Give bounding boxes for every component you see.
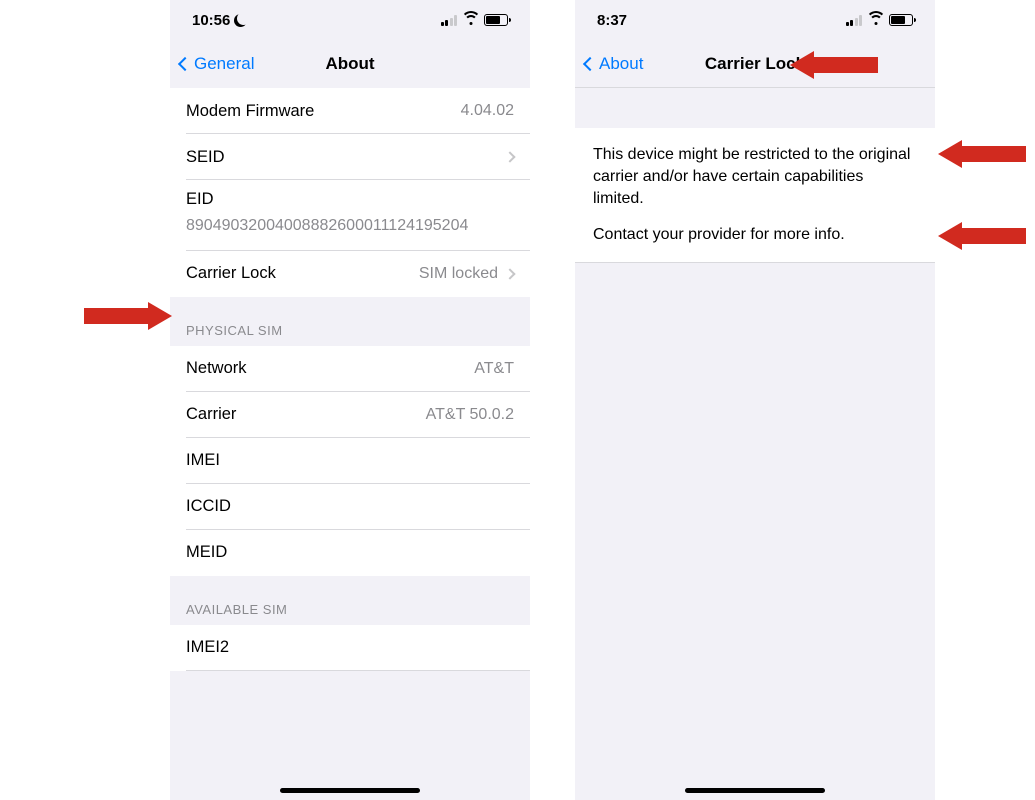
row-carrier-lock[interactable]: Carrier Lock SIM locked	[170, 251, 530, 297]
row-eid[interactable]: EID 89049032004008882600011124195204	[170, 180, 530, 251]
carrier-lock-info: This device might be restricted to the o…	[575, 128, 935, 263]
dnd-moon-icon	[234, 14, 247, 27]
battery-icon	[484, 14, 508, 26]
row-network[interactable]: Network AT&T	[170, 346, 530, 392]
row-label: EID	[186, 190, 214, 208]
row-value: SIM locked	[419, 265, 498, 283]
home-indicator[interactable]	[280, 788, 420, 793]
annotation-arrow-icon	[938, 140, 1026, 168]
row-carrier[interactable]: Carrier AT&T 50.0.2	[170, 392, 530, 438]
available-sim-list: IMEI2	[170, 625, 530, 671]
status-time: 8:37	[597, 12, 627, 29]
page-title: About	[325, 54, 374, 74]
carrier-lock-screen: 8:37 About Carrier Lock This device migh…	[575, 0, 935, 800]
row-label: Modem Firmware	[186, 102, 314, 121]
row-label: Carrier Lock	[186, 264, 276, 283]
row-meid[interactable]: MEID	[170, 530, 530, 576]
row-label: IMEI2	[186, 638, 229, 657]
row-seid[interactable]: SEID	[170, 134, 530, 180]
cellular-signal-icon	[441, 15, 458, 26]
row-label: MEID	[186, 543, 227, 562]
row-value: 4.04.02	[461, 102, 514, 120]
carrier-lock-paragraph-1: This device might be restricted to the o…	[593, 144, 917, 210]
status-time: 10:56	[192, 12, 230, 29]
about-screen: 10:56 General About Modem Firmware 4.04.…	[170, 0, 530, 800]
nav-bar: About Carrier Lock	[575, 40, 935, 88]
row-label: Network	[186, 359, 247, 378]
chevron-right-icon	[504, 268, 515, 279]
row-label: Carrier	[186, 405, 236, 424]
row-modem-firmware[interactable]: Modem Firmware 4.04.02	[170, 88, 530, 134]
section-header-physical-sim: Physical SIM	[170, 297, 530, 346]
carrier-lock-paragraph-2: Contact your provider for more info.	[593, 224, 917, 246]
row-imei[interactable]: IMEI	[170, 438, 530, 484]
back-button[interactable]: About	[585, 54, 643, 74]
row-label: ICCID	[186, 497, 231, 516]
status-bar: 10:56	[170, 0, 530, 40]
row-value: AT&T 50.0.2	[426, 406, 514, 424]
physical-sim-list: Network AT&T Carrier AT&T 50.0.2 IMEI IC…	[170, 346, 530, 576]
row-value: 89049032004008882600011124195204	[186, 215, 514, 237]
list-gap	[170, 671, 530, 681]
row-imei2[interactable]: IMEI2	[170, 625, 530, 671]
row-label: SEID	[186, 148, 225, 167]
back-label: General	[194, 54, 254, 74]
annotation-arrow-icon	[938, 222, 1026, 250]
chevron-left-icon	[178, 57, 192, 71]
chevron-left-icon	[583, 56, 597, 70]
row-iccid[interactable]: ICCID	[170, 484, 530, 530]
row-value: AT&T	[474, 360, 514, 378]
about-list: Modem Firmware 4.04.02 SEID EID 89049032…	[170, 88, 530, 297]
cellular-signal-icon	[846, 15, 863, 26]
status-bar: 8:37	[575, 0, 935, 40]
annotation-arrow-icon	[84, 302, 172, 330]
row-label: IMEI	[186, 451, 220, 470]
page-title: Carrier Lock	[705, 54, 805, 74]
back-label: About	[599, 54, 643, 74]
chevron-right-icon	[504, 151, 515, 162]
wifi-icon	[462, 14, 479, 26]
battery-icon	[889, 14, 913, 26]
home-indicator[interactable]	[685, 788, 825, 793]
wifi-icon	[867, 14, 884, 26]
nav-bar: General About	[170, 40, 530, 88]
section-header-available-sim: Available SIM	[170, 576, 530, 625]
back-button[interactable]: General	[180, 54, 254, 74]
